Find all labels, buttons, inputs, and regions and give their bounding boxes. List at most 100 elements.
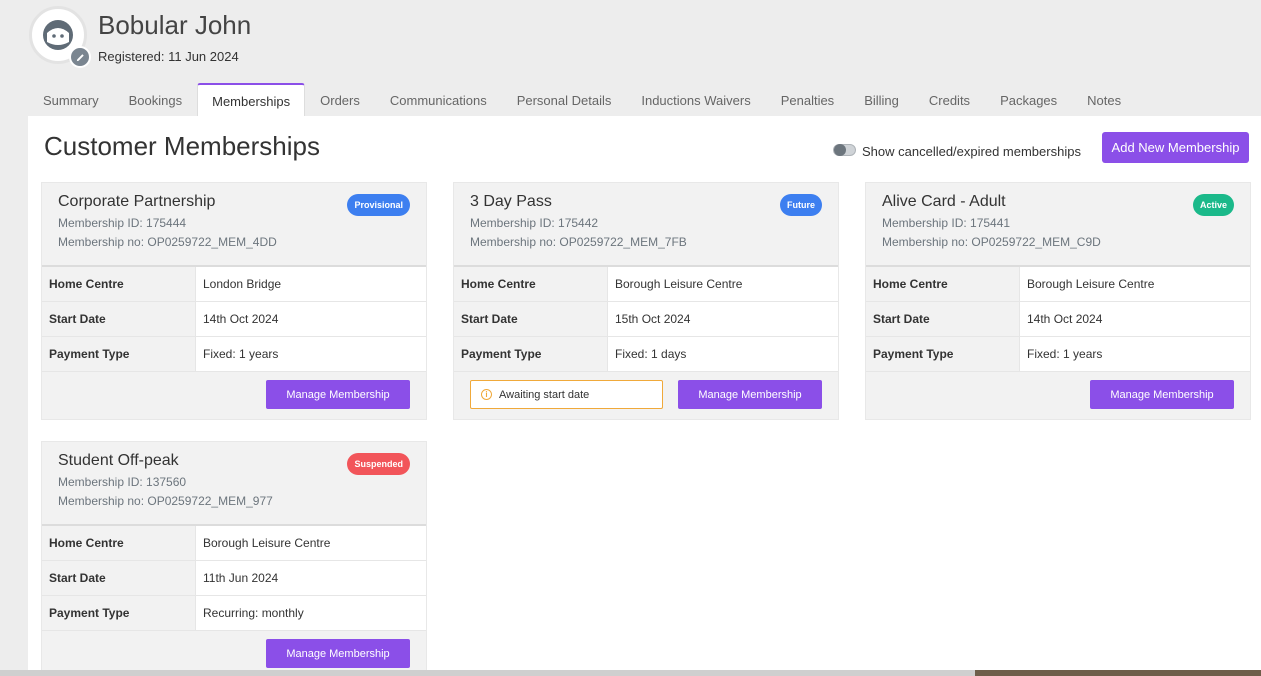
detail-row-start-date: Start Date 15th Oct 2024 — [454, 302, 838, 337]
add-new-membership-button[interactable]: Add New Membership — [1102, 132, 1249, 163]
membership-title: Alive Card - Adult — [882, 193, 1006, 210]
payment-type-label: Payment Type — [866, 337, 1020, 371]
tab-communications[interactable]: Communications — [375, 83, 502, 116]
detail-row-home-centre: Home Centre Borough Leisure Centre — [866, 267, 1250, 302]
customer-name: Bobular John — [98, 10, 252, 40]
membership-number: Membership no: OP0259722_MEM_7FB — [470, 235, 687, 249]
tab-packages[interactable]: Packages — [985, 83, 1072, 116]
notice-text: Awaiting start date — [499, 388, 590, 401]
start-date-value: 15th Oct 2024 — [615, 312, 691, 326]
start-date-label: Start Date — [454, 302, 608, 336]
card-header: Alive Card - Adult Membership ID: 175441… — [866, 183, 1250, 267]
home-centre-label: Home Centre — [42, 267, 196, 301]
tab-penalties[interactable]: Penalties — [766, 83, 849, 116]
membership-id: Membership ID: 175444 — [58, 216, 187, 230]
membership-title: Student Off-peak — [58, 452, 179, 469]
detail-row-home-centre: Home Centre Borough Leisure Centre — [454, 267, 838, 302]
start-date-value: 14th Oct 2024 — [1027, 312, 1103, 326]
payment-type-value: Fixed: 1 years — [1027, 347, 1103, 361]
tab-notes[interactable]: Notes — [1072, 83, 1136, 116]
membership-card: Corporate Partnership Membership ID: 175… — [41, 182, 427, 420]
detail-row-start-date: Start Date 11th Jun 2024 — [42, 561, 426, 596]
membership-id: Membership ID: 175441 — [882, 216, 1011, 230]
status-badge: Provisional — [347, 194, 410, 216]
card-header: Student Off-peak Membership ID: 137560 M… — [42, 442, 426, 526]
payment-type-label: Payment Type — [42, 596, 196, 630]
tab-inductions-waivers[interactable]: Inductions Waivers — [626, 83, 765, 116]
home-centre-value: Borough Leisure Centre — [203, 536, 331, 550]
start-date-label: Start Date — [42, 302, 196, 336]
home-centre-label: Home Centre — [866, 267, 1020, 301]
start-date-value: 11th Jun 2024 — [203, 571, 279, 585]
manage-membership-button[interactable]: Manage Membership — [266, 380, 410, 409]
detail-row-home-centre: Home Centre London Bridge — [42, 267, 426, 302]
membership-title: Corporate Partnership — [58, 193, 216, 210]
tab-billing[interactable]: Billing — [849, 83, 914, 116]
page-title: Customer Memberships — [44, 131, 320, 161]
detail-row-payment-type: Payment Type Fixed: 1 years — [42, 337, 426, 372]
tab-credits[interactable]: Credits — [914, 83, 985, 116]
home-centre-value: London Bridge — [203, 277, 282, 291]
membership-details: Home Centre Borough Leisure Centre Start… — [866, 267, 1250, 372]
membership-number: Membership no: OP0259722_MEM_4DD — [58, 235, 277, 249]
status-badge: Future — [780, 194, 822, 216]
membership-id: Membership ID: 137560 — [58, 475, 187, 489]
memberships-panel: Customer Memberships Show cancelled/expi… — [28, 116, 1261, 672]
payment-type-label: Payment Type — [454, 337, 608, 371]
pencil-icon[interactable] — [69, 46, 91, 68]
payment-type-value: Recurring: monthly — [203, 606, 304, 620]
detail-row-home-centre: Home Centre Borough Leisure Centre — [42, 526, 426, 561]
card-footer: Manage Membership — [866, 372, 1250, 420]
tab-bar: Summary Bookings Memberships Orders Comm… — [28, 83, 1136, 116]
membership-details: Home Centre Borough Leisure Centre Start… — [454, 267, 838, 372]
awaiting-start-notice: i Awaiting start date — [470, 380, 663, 409]
detail-row-payment-type: Payment Type Fixed: 1 years — [866, 337, 1250, 372]
membership-details: Home Centre London Bridge Start Date 14t… — [42, 267, 426, 372]
detail-row-start-date: Start Date 14th Oct 2024 — [42, 302, 426, 337]
background-image-strip — [975, 670, 1261, 676]
show-cancelled-toggle-row[interactable]: Show cancelled/expired memberships — [833, 140, 1081, 159]
show-cancelled-toggle[interactable] — [833, 143, 856, 156]
home-centre-label: Home Centre — [42, 526, 196, 560]
status-badge: Suspended — [347, 453, 410, 475]
payment-type-value: Fixed: 1 days — [615, 347, 687, 361]
info-circle-icon: i — [481, 389, 492, 400]
tab-memberships[interactable]: Memberships — [197, 83, 306, 116]
detail-row-payment-type: Payment Type Recurring: monthly — [42, 596, 426, 631]
tab-orders[interactable]: Orders — [305, 83, 375, 116]
customer-header: Bobular John Registered: 11 Jun 2024 Sum… — [0, 0, 1261, 116]
start-date-value: 14th Oct 2024 — [203, 312, 279, 326]
manage-membership-button[interactable]: Manage Membership — [678, 380, 822, 409]
home-centre-value: Borough Leisure Centre — [615, 277, 743, 291]
home-centre-label: Home Centre — [454, 267, 608, 301]
card-header: Corporate Partnership Membership ID: 175… — [42, 183, 426, 267]
membership-card: Student Off-peak Membership ID: 137560 M… — [41, 441, 427, 672]
show-cancelled-label: Show cancelled/expired memberships — [862, 144, 1081, 159]
membership-title: 3 Day Pass — [470, 193, 552, 210]
toggle-knob — [834, 143, 846, 156]
start-date-label: Start Date — [42, 561, 196, 595]
card-header: 3 Day Pass Membership ID: 175442 Members… — [454, 183, 838, 267]
tab-summary[interactable]: Summary — [28, 83, 114, 116]
membership-number: Membership no: OP0259722_MEM_977 — [58, 494, 273, 508]
payment-type-value: Fixed: 1 years — [203, 347, 279, 361]
tab-bookings[interactable]: Bookings — [114, 83, 197, 116]
registered-date: Registered: 11 Jun 2024 — [98, 49, 239, 64]
detail-row-payment-type: Payment Type Fixed: 1 days — [454, 337, 838, 372]
home-centre-value: Borough Leisure Centre — [1027, 277, 1155, 291]
membership-id: Membership ID: 175442 — [470, 216, 599, 230]
start-date-label: Start Date — [866, 302, 1020, 336]
avatar[interactable] — [29, 6, 91, 68]
membership-card: 3 Day Pass Membership ID: 175442 Members… — [453, 182, 839, 420]
manage-membership-button[interactable]: Manage Membership — [1090, 380, 1234, 409]
tab-personal-details[interactable]: Personal Details — [502, 83, 627, 116]
membership-card: Alive Card - Adult Membership ID: 175441… — [865, 182, 1251, 420]
detail-row-start-date: Start Date 14th Oct 2024 — [866, 302, 1250, 337]
membership-number: Membership no: OP0259722_MEM_C9D — [882, 235, 1101, 249]
card-footer: i Awaiting start date Manage Membership — [454, 372, 838, 420]
card-footer: Manage Membership — [42, 372, 426, 420]
manage-membership-button[interactable]: Manage Membership — [266, 639, 410, 668]
membership-details: Home Centre Borough Leisure Centre Start… — [42, 526, 426, 631]
payment-type-label: Payment Type — [42, 337, 196, 371]
status-badge: Active — [1192, 194, 1234, 216]
